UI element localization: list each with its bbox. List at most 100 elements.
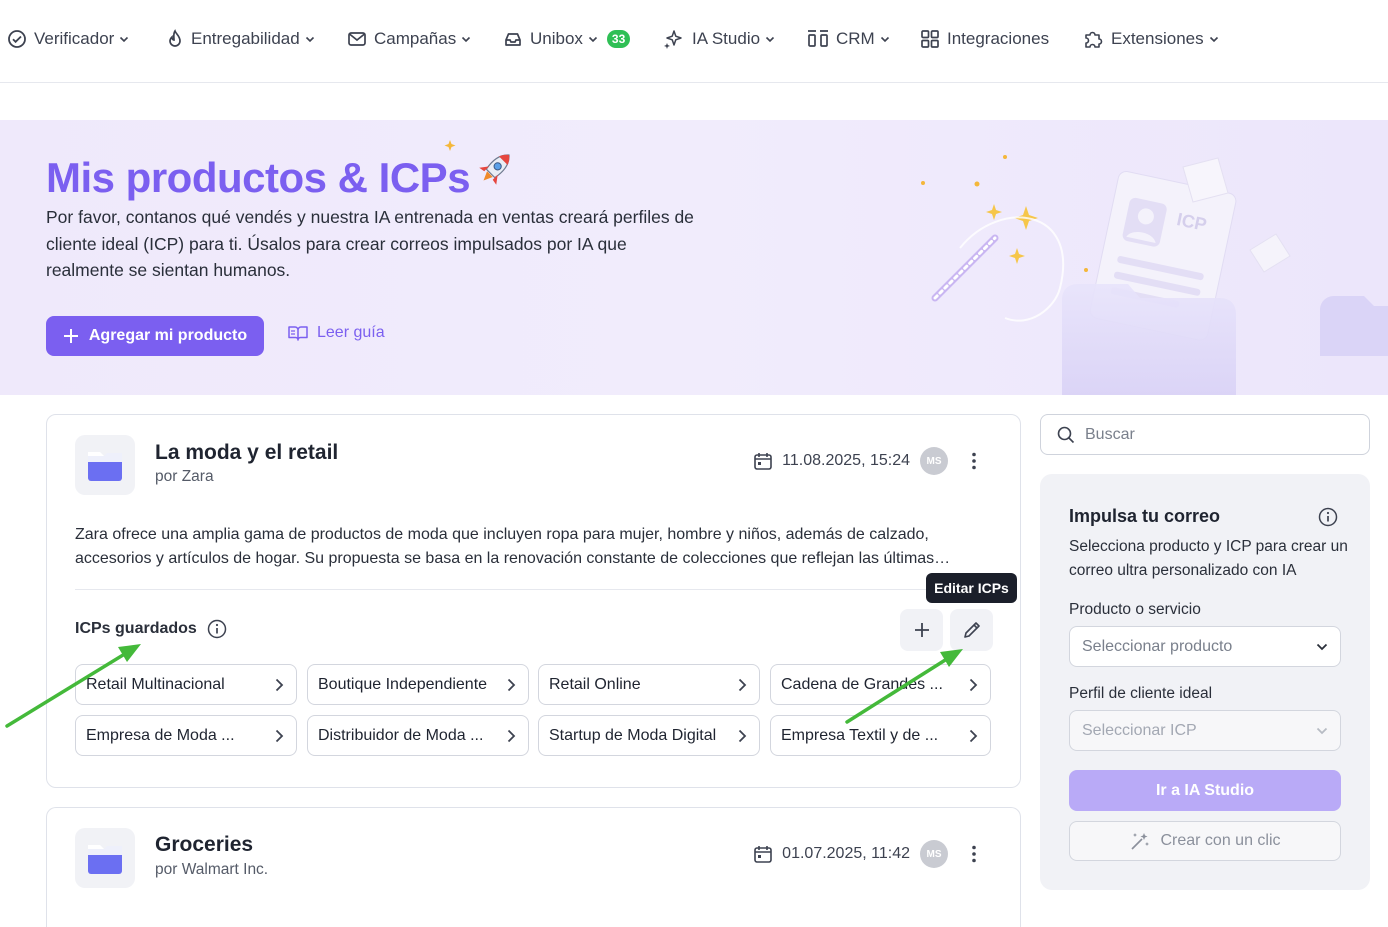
sparkle-icon — [664, 30, 682, 49]
icp-chip-label: Distribuidor de Moda ... — [318, 726, 484, 744]
icp-chip[interactable]: Retail Online — [538, 664, 760, 705]
chevron-down-icon — [305, 36, 314, 43]
nav-verificador[interactable]: Verificador — [7, 26, 129, 52]
read-guide-link[interactable]: Leer guía — [288, 324, 385, 342]
go-to-ia-studio-button[interactable]: Ir a IA Studio — [1069, 770, 1341, 811]
icp-chip-label: Retail Multinacional — [86, 675, 225, 693]
nav-unibox[interactable]: Unibox 33 — [503, 26, 631, 52]
date-text: 01.07.2025, 11:42 — [782, 845, 910, 862]
chevron-down-icon — [462, 36, 471, 43]
icp-chip-label: Startup de Moda Digital — [549, 726, 717, 744]
more-options-button[interactable] — [964, 447, 984, 475]
product-folder — [75, 435, 135, 495]
icp-chip-label: Cadena de Grandes ... — [781, 675, 943, 693]
icp-chip-label: Retail Online — [549, 675, 641, 693]
chevron-down-icon — [765, 36, 775, 43]
product-title: Groceries — [155, 833, 254, 856]
nav-label: Campañas — [374, 29, 457, 48]
chevron-down-icon — [1316, 727, 1328, 734]
plus-icon — [914, 623, 929, 637]
chevron-right-icon — [969, 729, 978, 742]
create-one-click-label: Crear con un clic — [1160, 832, 1281, 849]
chevron-down-icon — [880, 36, 889, 43]
chevron-right-icon — [969, 678, 978, 691]
nav-ia-studio[interactable]: IA Studio — [663, 26, 775, 52]
check-circle-icon — [8, 30, 26, 48]
product-author: por Zara — [155, 468, 214, 485]
book-icon — [288, 326, 308, 341]
folder-icon — [88, 845, 122, 874]
chevron-right-icon — [275, 729, 284, 742]
info-icon[interactable] — [207, 619, 227, 639]
magic-wand-icon — [1131, 833, 1150, 850]
icp-chip[interactable]: Retail Multinacional — [75, 664, 297, 705]
nav-label: IA Studio — [692, 29, 761, 48]
icp-select-placeholder: Seleccionar ICP — [1082, 721, 1197, 739]
icp-chip[interactable]: Empresa Textil y de ... — [770, 715, 991, 756]
product-card: Groceries por Walmart Inc. 01.07.2025, 1… — [46, 807, 1021, 927]
nav-crm[interactable]: CRM — [807, 26, 890, 52]
product-title: La moda y el retail — [155, 441, 339, 464]
crm-icon — [808, 30, 828, 47]
product-folder — [75, 828, 135, 888]
page-title: Mis productos & ICPs — [46, 154, 471, 201]
add-product-label: Agregar mi producto — [88, 327, 248, 344]
nav-label: Entregabilidad — [191, 29, 300, 48]
icp-field-label: Perfil de cliente ideal — [1069, 685, 1213, 702]
icp-chip[interactable]: Distribuidor de Moda ... — [307, 715, 529, 756]
info-icon[interactable] — [1318, 507, 1338, 527]
more-options-button[interactable] — [964, 840, 984, 868]
nav-entregabilidad[interactable]: Entregabilidad — [166, 26, 315, 52]
chevron-right-icon — [275, 678, 284, 691]
rocket-icon — [444, 140, 510, 185]
boost-email-panel: Impulsa tu correo Selecciona producto y … — [1040, 474, 1370, 890]
flame-icon — [169, 29, 181, 47]
hero-banner: Mis productos & ICPs Por favor, contanos… — [0, 120, 1388, 395]
panel-title: Impulsa tu correo — [1069, 506, 1221, 526]
avatar: MS — [920, 840, 948, 868]
edit-icps-tooltip: Editar ICPs — [926, 573, 1017, 603]
nav-campanas[interactable]: Campañas — [347, 26, 471, 52]
add-product-button[interactable]: Agregar mi producto — [46, 316, 264, 356]
search-placeholder: Buscar — [1085, 425, 1135, 443]
top-navigation: Verificador Entregabilidad Campañas Unib… — [0, 0, 1388, 83]
panel-description: Selecciona producto y ICP para crear un … — [1069, 538, 1348, 579]
plus-icon — [63, 329, 78, 343]
product-date: 11.08.2025, 15:24 — [753, 451, 910, 471]
chevron-down-icon — [120, 36, 129, 43]
kebab-menu-icon — [972, 452, 976, 470]
chevron-right-icon — [738, 678, 747, 691]
read-guide-label: Leer guía — [317, 324, 385, 341]
pencil-icon — [963, 622, 980, 638]
icp-chip-label: Boutique Independiente — [318, 675, 488, 693]
inbox-icon — [505, 33, 521, 46]
nav-label: Extensiones — [1111, 29, 1204, 48]
icp-chip[interactable]: Boutique Independiente — [307, 664, 529, 705]
nav-integraciones[interactable]: Integraciones — [920, 26, 1049, 52]
icp-chip-label: Empresa Textil y de ... — [781, 726, 939, 744]
unread-count-badge: 33 — [606, 30, 631, 48]
avatar: MS — [920, 447, 948, 475]
icp-select[interactable]: Seleccionar ICP — [1069, 710, 1341, 751]
icp-chip[interactable]: Empresa de Moda ... — [75, 715, 297, 756]
product-description: Zara ofrece una amplia gama de productos… — [75, 526, 951, 567]
mail-icon — [348, 32, 366, 46]
chevron-down-icon — [588, 36, 597, 43]
chevron-down-icon — [1209, 36, 1218, 43]
product-select[interactable]: Seleccionar producto — [1069, 626, 1341, 667]
add-icp-button[interactable] — [900, 609, 943, 651]
chevron-right-icon — [738, 729, 747, 742]
create-one-click-button[interactable]: Crear con un clic — [1069, 821, 1341, 861]
product-field-label: Producto o servicio — [1069, 601, 1201, 618]
edit-icps-button[interactable] — [950, 609, 993, 651]
icp-chip-label: Empresa de Moda ... — [86, 726, 235, 744]
calendar-icon — [754, 453, 772, 470]
icp-chip[interactable]: Cadena de Grandes ... — [770, 664, 991, 705]
kebab-menu-icon — [972, 845, 976, 863]
icp-chip[interactable]: Startup de Moda Digital — [538, 715, 760, 756]
chevron-down-icon — [1316, 643, 1328, 650]
calendar-icon — [754, 846, 772, 863]
divider — [75, 589, 993, 590]
search-input[interactable]: Buscar — [1040, 414, 1370, 455]
nav-extensiones[interactable]: Extensiones — [1082, 26, 1219, 52]
